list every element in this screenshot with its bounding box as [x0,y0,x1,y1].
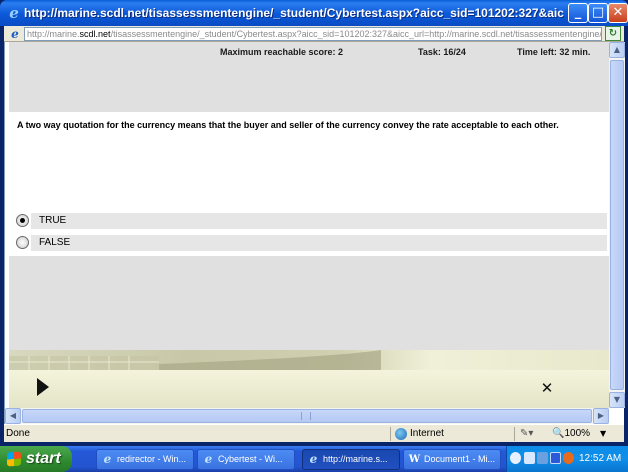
address-bar: e http://marine.scdl.net/tisassessmenten… [4,26,624,42]
scroll-grip-icon [301,412,311,420]
status-text: Done [6,428,30,439]
protected-mode-icon[interactable]: ✎▾ [520,427,533,441]
scroll-right-icon[interactable]: ▶ [593,408,609,424]
taskbar-item-label: redirector - Win... [117,454,187,464]
security-shield-icon[interactable] [563,452,574,464]
taskbar-item-marine[interactable]: e http://marine.s... [302,449,400,470]
vertical-scrollbar[interactable]: ▲ ▼ [609,42,625,408]
time-left-label: Time left: 32 min. [517,47,591,57]
close-icon[interactable]: ✕ [539,378,555,398]
scroll-down-icon[interactable]: ▼ [609,392,625,408]
test-content: A two way quotation for the currency mea… [9,42,611,408]
address-prefix: http://marine. [27,29,80,39]
address-rest: /tisassessmentengine/_student/Cybertest.… [110,29,602,39]
option-false[interactable]: FALSE [31,235,607,251]
browser-window: e http://marine.scdl.net/tisassessmenten… [0,0,628,446]
zoom-level[interactable]: 🔍100% [552,428,590,440]
horizontal-scroll-thumb[interactable] [22,409,592,423]
vertical-scroll-thumb[interactable] [610,60,624,390]
task-counter: Task: 16/24 [418,47,466,57]
taskbar: start e redirector - Win... e Cybertest … [0,446,628,472]
clock: 12:52 AM [579,453,622,464]
messenger-icon[interactable] [537,452,548,464]
windows-flag-icon [7,451,21,467]
ie-icon: e [204,452,213,466]
scroll-up-icon[interactable]: ▲ [609,42,625,58]
page-icon: e [11,27,19,41]
taskbar-item-document1[interactable]: W Document1 - Mi... [403,449,501,470]
globe-icon [395,428,407,440]
minimize-button[interactable]: _ [568,3,588,23]
ie-icon: e [309,452,318,466]
ie-icon: e [103,452,112,466]
bottom-panel [9,256,611,350]
option-false-label: FALSE [39,237,71,248]
address-field[interactable]: http://marine.scdl.net/tisassessmentengi… [24,27,602,41]
page-frame: A two way quotation for the currency mea… [4,42,625,424]
display-icon[interactable] [524,452,535,464]
horizontal-scrollbar[interactable]: ◀ ▶ [5,408,609,424]
close-window-button[interactable]: ✕ [608,3,628,23]
player-bar: ✕ [9,370,611,408]
address-host: scdl.net [79,29,111,39]
go-button-icon[interactable]: ↻ [605,26,621,41]
strip-decoration [9,350,381,370]
window-title: http://marine.scdl.net/tisassessmentengi… [24,6,564,20]
network-icon[interactable] [510,452,521,464]
ie-logo-icon: e [9,4,19,22]
maximize-button[interactable]: □ [588,3,608,23]
scroll-left-icon[interactable]: ◀ [5,408,21,424]
radio-selected-dot [20,218,25,223]
taskbar-item-label: http://marine.s... [323,454,388,464]
system-tray: 12:52 AM [506,446,628,472]
start-button[interactable]: start [0,446,72,472]
taskbar-item-cybertest[interactable]: e Cybertest - Wi... [197,449,295,470]
status-divider [514,427,515,441]
taskbar-item-label: Document1 - Mi... [424,454,496,464]
security-zone: Internet [410,428,444,439]
status-divider [390,427,391,441]
play-icon[interactable] [37,378,49,396]
option-true-label: TRUE [39,215,67,226]
taskbar-item-label: Cybertest - Wi... [218,454,283,464]
question-text: A two way quotation for the currency mea… [17,120,559,130]
max-score-label: Maximum reachable score: 2 [220,47,344,57]
status-bar: Done Internet ✎▾ 🔍100% ▼ [4,424,624,442]
taskbar-item-redirector[interactable]: e redirector - Win... [96,449,194,470]
option-true[interactable]: TRUE [31,213,607,229]
title-bar[interactable]: e http://marine.scdl.net/tisassessmenten… [0,0,628,26]
start-label: start [26,450,61,467]
radio-false[interactable] [16,236,29,249]
radio-true[interactable] [16,214,29,227]
window-icon[interactable] [550,452,561,464]
word-icon: W [408,454,421,465]
zoom-value: 100% [564,428,591,439]
zoom-dropdown-icon[interactable]: ▼ [600,428,606,440]
